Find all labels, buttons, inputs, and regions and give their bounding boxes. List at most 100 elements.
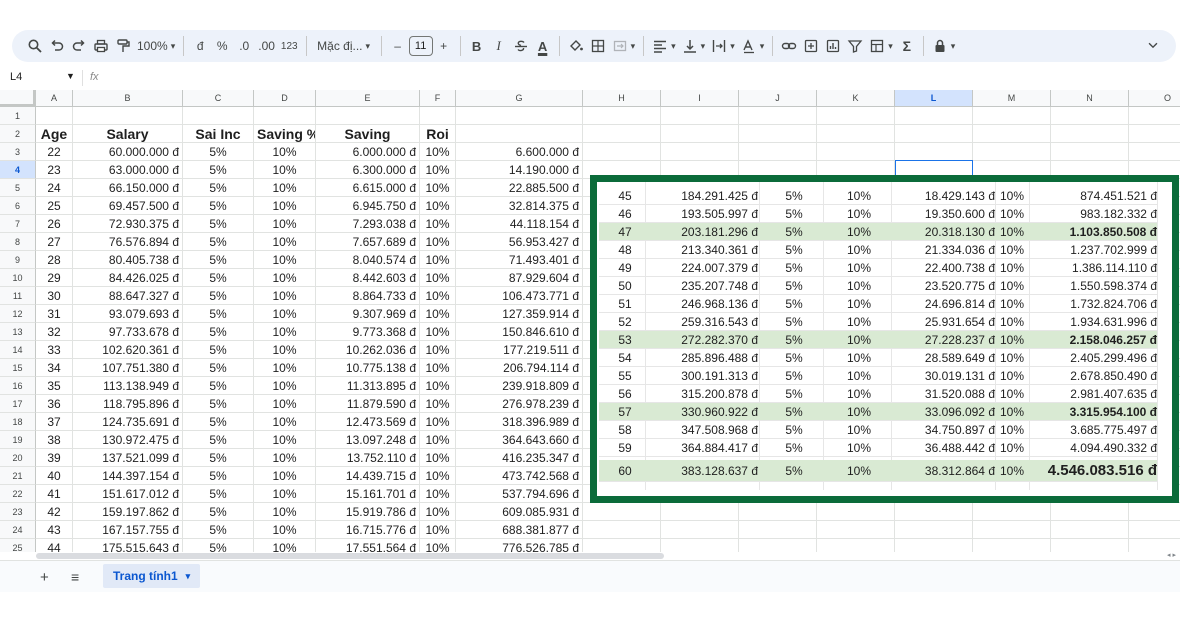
- data-cell[interactable]: 239.918.809 đ: [456, 377, 583, 395]
- fill-color-icon[interactable]: [565, 34, 587, 58]
- row-header[interactable]: 22: [0, 485, 36, 503]
- data-cell[interactable]: 127.359.914 đ: [456, 305, 583, 323]
- data-cell[interactable]: 97.733.678 đ: [73, 323, 183, 341]
- row-header[interactable]: 2: [0, 125, 36, 143]
- data-cell[interactable]: 10%: [420, 521, 456, 539]
- data-cell[interactable]: 10%: [254, 269, 316, 287]
- data-cell[interactable]: 10%: [420, 161, 456, 179]
- column-header-m[interactable]: M: [973, 90, 1051, 107]
- percent-format-button[interactable]: %: [211, 34, 233, 58]
- horizontal-align-icon[interactable]: [649, 34, 679, 58]
- cell[interactable]: [895, 503, 973, 521]
- decrease-font-size-button[interactable]: –: [387, 34, 409, 58]
- cell[interactable]: [583, 125, 661, 143]
- cell[interactable]: [1051, 503, 1129, 521]
- data-cell[interactable]: 167.157.755 đ: [73, 521, 183, 539]
- decrease-decimal-button[interactable]: .0: [233, 34, 255, 58]
- row-header[interactable]: 19: [0, 431, 36, 449]
- increase-decimal-button[interactable]: .00: [255, 34, 278, 58]
- cell[interactable]: [661, 107, 739, 125]
- data-cell[interactable]: 10%: [420, 485, 456, 503]
- data-cell[interactable]: 7.293.038 đ: [316, 215, 420, 233]
- data-cell[interactable]: 71.493.401 đ: [456, 251, 583, 269]
- data-cell[interactable]: 364.643.660 đ: [456, 431, 583, 449]
- data-cell[interactable]: 60.000.000 đ: [73, 143, 183, 161]
- column-header-l[interactable]: L: [895, 90, 973, 107]
- data-cell[interactable]: 16.715.776 đ: [316, 521, 420, 539]
- data-cell[interactable]: 8.040.574 đ: [316, 251, 420, 269]
- column-title-age[interactable]: Age: [36, 125, 73, 143]
- data-cell[interactable]: 175.515.643 đ: [73, 539, 183, 552]
- cell[interactable]: [895, 125, 973, 143]
- data-cell[interactable]: 80.405.738 đ: [73, 251, 183, 269]
- data-cell[interactable]: 66.150.000 đ: [73, 179, 183, 197]
- cell[interactable]: [583, 521, 661, 539]
- data-cell[interactable]: 5%: [183, 287, 254, 305]
- cell[interactable]: [973, 107, 1051, 125]
- cell[interactable]: [1129, 143, 1180, 161]
- data-cell[interactable]: 5%: [183, 251, 254, 269]
- column-header-e[interactable]: E: [316, 90, 420, 107]
- data-cell[interactable]: 35: [36, 377, 73, 395]
- data-cell[interactable]: 113.138.949 đ: [73, 377, 183, 395]
- data-cell[interactable]: 776.526.785 đ: [456, 539, 583, 552]
- bold-button[interactable]: B: [466, 34, 488, 58]
- data-cell[interactable]: 34: [36, 359, 73, 377]
- filter-icon[interactable]: [844, 34, 866, 58]
- column-header-j[interactable]: J: [739, 90, 817, 107]
- scroll-arrows-icon[interactable]: ◂ ▸: [1167, 551, 1176, 559]
- column-title-saving-pct[interactable]: Saving %: [254, 125, 316, 143]
- data-cell[interactable]: 44: [36, 539, 73, 552]
- cell[interactable]: [316, 107, 420, 125]
- row-header[interactable]: 7: [0, 215, 36, 233]
- name-box[interactable]: L4 ▼: [10, 71, 75, 85]
- data-cell[interactable]: 6.945.750 đ: [316, 197, 420, 215]
- data-cell[interactable]: 42: [36, 503, 73, 521]
- text-color-button[interactable]: A: [532, 34, 554, 58]
- data-cell[interactable]: 144.397.154 đ: [73, 467, 183, 485]
- row-header[interactable]: 12: [0, 305, 36, 323]
- data-cell[interactable]: 10%: [420, 431, 456, 449]
- column-header-k[interactable]: K: [817, 90, 895, 107]
- sheet-tab[interactable]: Trang tính1: [103, 564, 201, 588]
- data-cell[interactable]: 76.576.894 đ: [73, 233, 183, 251]
- cell[interactable]: [73, 107, 183, 125]
- data-cell[interactable]: 102.620.361 đ: [73, 341, 183, 359]
- data-cell[interactable]: 23: [36, 161, 73, 179]
- cell[interactable]: [1051, 521, 1129, 539]
- row-header[interactable]: 23: [0, 503, 36, 521]
- row-header[interactable]: 15: [0, 359, 36, 377]
- text-rotation-icon[interactable]: [738, 34, 768, 58]
- data-cell[interactable]: 5%: [183, 449, 254, 467]
- data-cell[interactable]: 177.219.511 đ: [456, 341, 583, 359]
- column-header-c[interactable]: C: [183, 90, 254, 107]
- data-cell[interactable]: 10%: [254, 503, 316, 521]
- number-format-button[interactable]: 123: [278, 34, 301, 58]
- data-cell[interactable]: 10%: [420, 503, 456, 521]
- comment-icon[interactable]: [800, 34, 822, 58]
- cell[interactable]: [420, 107, 456, 125]
- cell[interactable]: [183, 107, 254, 125]
- cell[interactable]: [1051, 539, 1129, 552]
- data-cell[interactable]: 5%: [183, 323, 254, 341]
- cell[interactable]: [895, 107, 973, 125]
- data-cell[interactable]: 10%: [254, 197, 316, 215]
- data-cell[interactable]: 10%: [420, 269, 456, 287]
- row-header[interactable]: 11: [0, 287, 36, 305]
- cell[interactable]: [895, 539, 973, 552]
- data-cell[interactable]: 25: [36, 197, 73, 215]
- data-cell[interactable]: 27: [36, 233, 73, 251]
- horizontal-scrollbar[interactable]: [36, 553, 664, 559]
- data-cell[interactable]: 10%: [420, 251, 456, 269]
- vertical-align-icon[interactable]: [679, 34, 709, 58]
- italic-button[interactable]: I: [488, 34, 510, 58]
- data-cell[interactable]: 5%: [183, 413, 254, 431]
- data-cell[interactable]: 10%: [420, 413, 456, 431]
- data-cell[interactable]: 5%: [183, 215, 254, 233]
- data-cell[interactable]: 6.300.000 đ: [316, 161, 420, 179]
- data-cell[interactable]: 15.161.701 đ: [316, 485, 420, 503]
- data-cell[interactable]: 10%: [420, 359, 456, 377]
- data-cell[interactable]: 41: [36, 485, 73, 503]
- cell[interactable]: [1129, 521, 1180, 539]
- data-cell[interactable]: 10%: [254, 449, 316, 467]
